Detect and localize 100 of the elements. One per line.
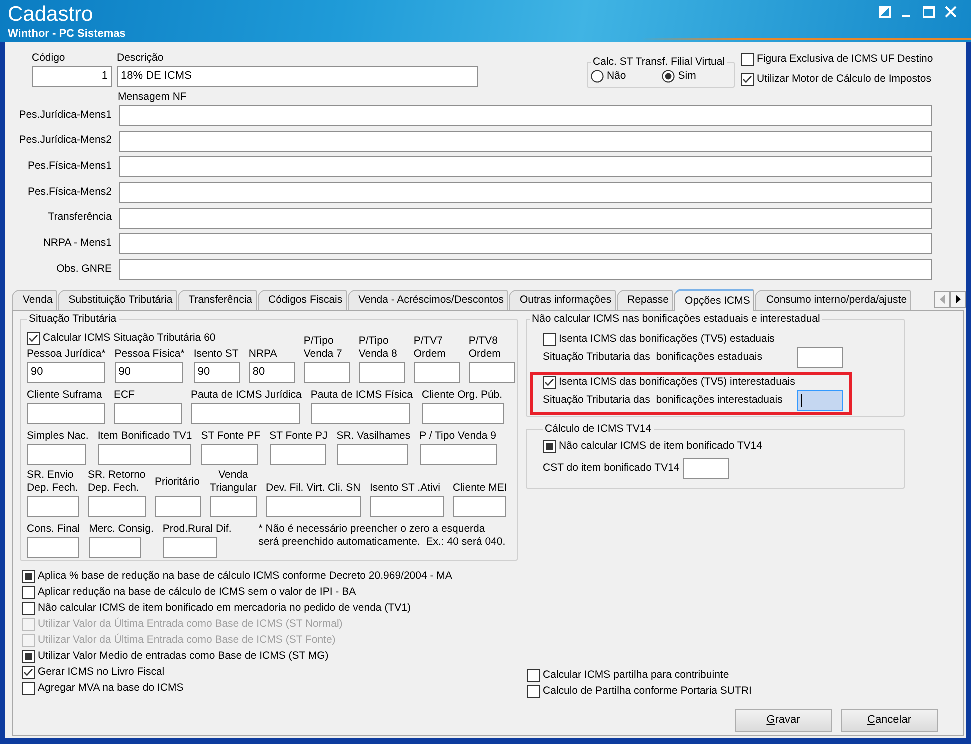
text-cursor-icon	[801, 394, 802, 408]
input-field[interactable]	[119, 182, 932, 204]
field-label: Pes.Física-Mens1	[26, 159, 112, 174]
input-field[interactable]	[201, 444, 258, 466]
field-label: NRPA - Mens1	[42, 236, 112, 252]
input-field[interactable]	[27, 444, 86, 466]
checkbox-label: Calculo de Partilha conforme Portaria SUTRI	[543, 684, 752, 698]
input-field[interactable]	[358, 362, 405, 384]
checkbox-label: Figura Exclusiva de ICMS UF Destino	[757, 52, 934, 66]
input-field[interactable]	[114, 403, 182, 424]
field-label: Cliente Suframa	[27, 389, 102, 402]
input-field[interactable]	[98, 444, 191, 466]
close-icon[interactable]	[945, 6, 957, 18]
note-text: * Não é necessário preencher o zero a esquerda será preenchido automaticamente. Ex.: 40 será 040.	[258, 523, 506, 550]
checkbox[interactable]	[22, 586, 35, 599]
half-filled-square-icon[interactable]	[879, 6, 891, 18]
field-label: Pauta de ICMS Jurídica	[191, 389, 302, 402]
input-field[interactable]	[422, 403, 504, 424]
checkbox[interactable]	[741, 52, 754, 66]
input-field[interactable]	[336, 444, 408, 466]
input-field[interactable]: 90	[27, 362, 105, 384]
tab-scroll-button[interactable]	[950, 291, 966, 308]
window-subtitle: Winthor - PC Sistemas	[8, 28, 126, 40]
tab[interactable]: Códigos Fiscais	[258, 290, 347, 310]
checkbox[interactable]	[22, 682, 35, 695]
field-label: Descrição	[117, 52, 164, 65]
input-field[interactable]	[310, 403, 410, 424]
checkbox-label: Utilizar Valor da Última Entrada como Base de ICMS (ST Normal)	[38, 618, 343, 631]
field-label: ECF	[114, 389, 135, 402]
input-field[interactable]	[453, 496, 506, 518]
input-field[interactable]	[797, 347, 843, 368]
input-field[interactable]	[370, 496, 444, 518]
input-field[interactable]: 90	[194, 362, 240, 384]
checkbox-label: Calcular ICMS partilha para contribuinte	[543, 668, 730, 682]
input-field[interactable]	[27, 496, 79, 518]
checkbox[interactable]	[22, 602, 35, 615]
input-field[interactable]	[27, 537, 79, 558]
checkbox[interactable]	[527, 668, 540, 682]
field-label: Cliente MEI	[453, 482, 508, 496]
tab[interactable]: Substituição Tributária	[58, 290, 177, 310]
input-field[interactable]	[162, 537, 217, 558]
input-field[interactable]	[119, 208, 932, 229]
input-field[interactable]	[797, 390, 843, 412]
input-field[interactable]	[266, 496, 361, 518]
input-field[interactable]	[414, 362, 460, 384]
input-field[interactable]	[119, 105, 932, 126]
dialog-button[interactable]: Gravar	[735, 709, 832, 732]
checkbox[interactable]	[741, 72, 754, 86]
field-label: Obs. GNRE	[56, 262, 112, 277]
input-field[interactable]: 18% DE ICMS	[117, 66, 478, 87]
input-field[interactable]	[420, 444, 497, 466]
checkbox[interactable]	[527, 684, 540, 698]
tab[interactable]: Transferência	[178, 290, 256, 310]
input-field[interactable]	[304, 362, 350, 384]
input-field[interactable]	[88, 496, 146, 518]
radio-button[interactable]	[662, 70, 676, 82]
checkbox[interactable]	[543, 440, 556, 454]
field-label: Merc. Consig.	[89, 523, 154, 536]
input-field[interactable]	[270, 444, 326, 466]
tab[interactable]: Repasse	[616, 290, 674, 310]
input-field[interactable]	[119, 156, 932, 178]
input-field[interactable]	[468, 362, 515, 384]
field-label: SR. Retorno Dep. Fech.	[88, 469, 146, 496]
checkbox[interactable]	[22, 650, 35, 663]
input-field[interactable]	[27, 403, 105, 424]
checkbox-label: Utilizar Valor Medio de entradas como Base de ICMS (ST MG)	[38, 650, 329, 663]
radio-label: Não	[607, 70, 626, 82]
input-field[interactable]	[119, 130, 932, 152]
input-field[interactable]: 80	[248, 362, 295, 384]
field-label: Pessoa Jurídica*	[27, 348, 106, 362]
section-label: Mensagem NF	[118, 91, 187, 104]
input-field[interactable]	[191, 403, 300, 424]
field-label: Dev. Fil. Virt. Cli. SN	[266, 482, 361, 496]
tab[interactable]: Opções ICMS	[674, 289, 754, 312]
field-label: Pauta de ICMS Física	[310, 389, 414, 402]
tab[interactable]: Consumo interno/perda/ajuste	[755, 290, 912, 310]
maximize-icon[interactable]	[923, 6, 935, 18]
input-field[interactable]: 90	[114, 362, 183, 384]
dialog-button[interactable]: Cancelar	[841, 709, 938, 732]
input-field[interactable]	[682, 458, 729, 480]
tab[interactable]: Outras informações	[508, 290, 616, 310]
input-field[interactable]: 1	[32, 66, 112, 87]
checkbox[interactable]	[543, 333, 556, 346]
tab[interactable]: Venda	[12, 290, 57, 310]
input-field[interactable]	[210, 496, 257, 518]
checkbox[interactable]	[22, 570, 35, 583]
field-label: P/TV8 Ordem	[468, 335, 501, 362]
checkbox[interactable]	[27, 332, 40, 346]
group-title: Situação Tributária	[28, 313, 118, 326]
checkbox[interactable]	[543, 376, 556, 390]
input-field[interactable]	[155, 496, 201, 518]
input-field[interactable]	[89, 537, 142, 558]
input-field[interactable]	[119, 259, 932, 280]
radio-button[interactable]	[591, 70, 604, 82]
input-field[interactable]	[119, 233, 932, 254]
window-title: Cadastro	[8, 3, 94, 27]
tab[interactable]: Venda - Acréscimos/Descontos	[348, 290, 508, 310]
checkbox[interactable]	[22, 666, 35, 679]
field-label: CST do item bonificado TV14	[543, 460, 680, 476]
checkbox-label: Aplicar redução na base de cálculo de ICMS sem o valor de IPI - BA	[38, 586, 356, 599]
